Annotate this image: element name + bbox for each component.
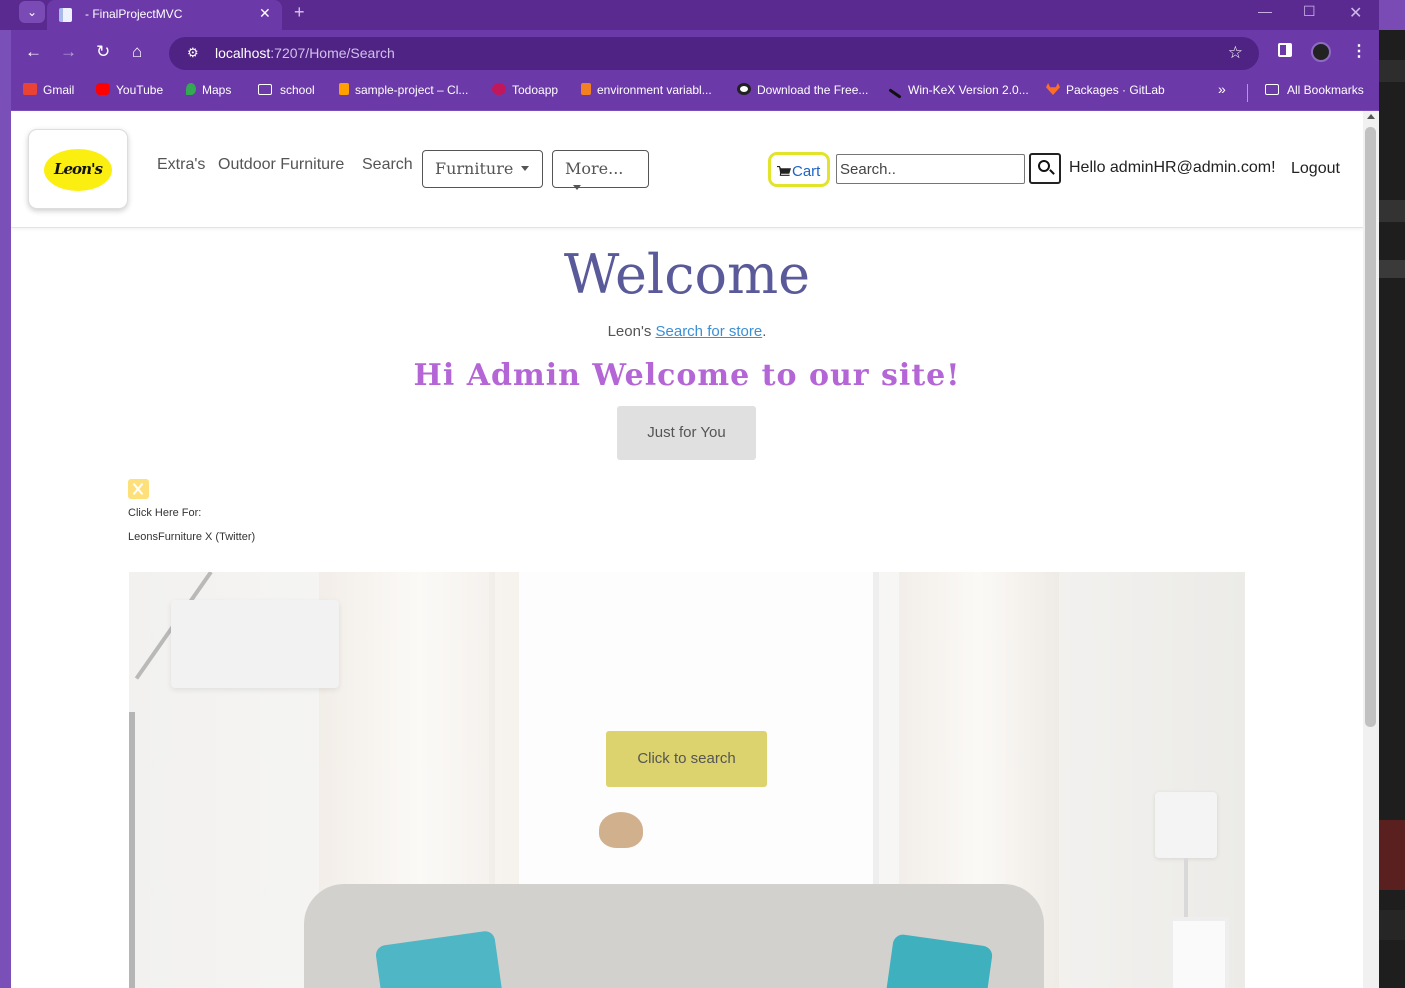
bookmark-school[interactable]: school: [258, 83, 315, 97]
cart-button[interactable]: Cart: [768, 152, 830, 187]
bookmarks-bar: Gmail YouTube Maps school sample-project…: [11, 76, 1379, 110]
search-input[interactable]: Search..: [836, 154, 1025, 184]
bookmark-firebase[interactable]: sample-project – Cl...: [339, 83, 468, 97]
bookmark-youtube[interactable]: YouTube: [96, 83, 163, 97]
minimize-icon[interactable]: —: [1258, 3, 1272, 19]
hero-picture-frame: [1169, 917, 1229, 988]
page-viewport: Leon's Extra's Outdoor Furniture Search …: [11, 111, 1363, 988]
reload-icon[interactable]: ↻: [96, 42, 110, 62]
caret-down-icon: [521, 166, 530, 171]
stackoverflow-icon: [581, 83, 591, 95]
maps-icon: [186, 83, 196, 95]
hero-cat: [599, 812, 643, 848]
background-window: [1379, 30, 1405, 988]
nav-link-outdoor-furniture[interactable]: Outdoor Furniture: [218, 156, 344, 174]
url-text[interactable]: localhost:7207/Home/Search: [215, 45, 395, 61]
search-for-store-link[interactable]: Search for store: [656, 323, 763, 340]
side-panel-icon[interactable]: [1278, 43, 1292, 57]
user-greeting: Hello adminHR@admin.com!: [1069, 159, 1276, 176]
bookmarks-divider: [1247, 84, 1248, 102]
todoapp-icon: [492, 83, 506, 95]
kali-icon: [888, 88, 902, 99]
firebase-icon: [339, 83, 349, 95]
hero-lamp-pole: [129, 712, 135, 988]
maximize-icon[interactable]: ☐: [1303, 3, 1316, 20]
scroll-up-arrow-icon[interactable]: [1367, 114, 1375, 119]
profile-avatar[interactable]: [1311, 42, 1331, 62]
hero-lampshade: [171, 600, 339, 688]
bookmark-gmail[interactable]: Gmail: [23, 83, 74, 97]
tab-title: - FinalProjectMVC: [85, 7, 183, 21]
x-twitter-icon[interactable]: [128, 479, 149, 499]
furniture-dropdown[interactable]: Furniture: [422, 150, 543, 188]
twitter-link[interactable]: LeonsFurniture X (Twitter): [128, 531, 255, 543]
subtitle: Leon's Search for store.: [607, 323, 767, 340]
cart-icon: [777, 166, 791, 176]
just-for-you-button[interactable]: Just for You: [617, 406, 756, 460]
greeting-heading: Hi Admin Welcome to our site!: [413, 358, 961, 393]
nav-link-search[interactable]: Search: [362, 156, 413, 174]
caret-down-icon: [573, 185, 581, 190]
bookmark-download[interactable]: Download the Free...: [737, 83, 868, 97]
page-title: Welcome: [563, 243, 811, 306]
more-dropdown[interactable]: More...: [552, 150, 649, 190]
background-window-edge: [1379, 0, 1405, 30]
scrollbar-thumb[interactable]: [1365, 127, 1376, 727]
site-info-icon[interactable]: ⚙: [187, 45, 199, 61]
folder-icon: [1265, 84, 1279, 95]
page-icon: [59, 8, 72, 22]
window-close-icon[interactable]: ✕: [1349, 3, 1362, 23]
browser-tab[interactable]: - FinalProjectMVC ✕: [47, 0, 282, 30]
more-bookmarks-chevron-icon[interactable]: »: [1218, 81, 1226, 97]
gitlab-icon: [1046, 83, 1060, 95]
nav-link-extras[interactable]: Extra's: [157, 156, 205, 174]
bookmark-maps[interactable]: Maps: [186, 83, 231, 97]
all-bookmarks[interactable]: All Bookmarks: [1265, 83, 1364, 97]
click-here-label: Click Here For:: [128, 507, 202, 519]
forward-icon[interactable]: →: [60, 42, 77, 62]
new-tab-button[interactable]: +: [294, 2, 305, 23]
folder-icon: [258, 84, 272, 95]
search-button[interactable]: [1029, 153, 1061, 184]
bookmark-star-icon[interactable]: ☆: [1228, 43, 1243, 63]
logout-link[interactable]: Logout: [1291, 160, 1340, 178]
bookmark-todoapp[interactable]: Todoapp: [492, 83, 558, 97]
close-tab-icon[interactable]: ✕: [259, 5, 271, 22]
click-to-search-button[interactable]: Click to search: [606, 731, 767, 787]
browser-titlebar: ⌄ - FinalProjectMVC ✕ + — ☐ ✕: [0, 0, 1379, 30]
youtube-icon: [96, 83, 110, 95]
back-icon[interactable]: ←: [25, 42, 42, 62]
eye-icon: [737, 83, 751, 95]
hero-side-lamp-stem: [1184, 858, 1188, 918]
home-icon[interactable]: ⌂: [132, 42, 142, 62]
browser-toolbar: ← → ↻ ⌂ ⚙ localhost:7207/Home/Search ☆ ⋮: [11, 30, 1379, 76]
tab-search-button[interactable]: ⌄: [19, 1, 45, 23]
logo-text: Leon's: [53, 160, 103, 178]
bookmark-winkex[interactable]: Win-KeX Version 2.0...: [888, 83, 1029, 99]
bookmark-gitlab[interactable]: Packages · GitLab: [1046, 83, 1165, 97]
hero-side-lamp: [1155, 792, 1217, 858]
address-bar[interactable]: ⚙ localhost:7207/Home/Search ☆: [169, 37, 1259, 70]
gmail-icon: [23, 83, 37, 95]
bookmark-stackoverflow[interactable]: environment variabl...: [581, 83, 712, 97]
leons-logo[interactable]: Leon's: [28, 129, 128, 209]
menu-kebab-icon[interactable]: ⋮: [1351, 41, 1367, 61]
site-navbar: Leon's Extra's Outdoor Furniture Search …: [11, 111, 1363, 228]
